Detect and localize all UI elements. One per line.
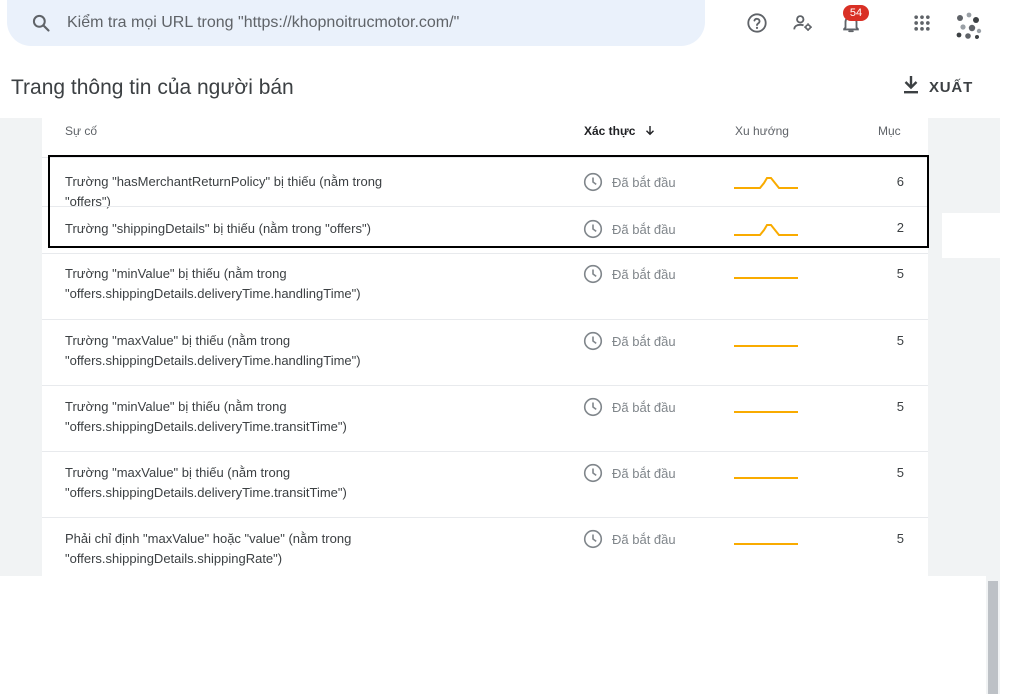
trend-sparkline (734, 477, 798, 479)
notification-count-badge: 54 (843, 5, 869, 21)
table-row[interactable]: Phải chỉ định "maxValue" hoặc "value" (n… (42, 517, 928, 577)
status-cell: Đã bắt đầu (583, 219, 676, 239)
item-count: 5 (896, 465, 904, 480)
search-bar[interactable]: Kiểm tra mọi URL trong "https://khopnoit… (7, 0, 705, 46)
status-text: Đã bắt đầu (612, 266, 676, 282)
scrollbar[interactable]: ▲ (986, 236, 1000, 694)
clock-icon (583, 397, 603, 417)
status-text: Đã bắt đầu (612, 531, 676, 547)
trend-sparkline (734, 345, 798, 347)
trend-sparkline (734, 224, 798, 236)
column-header-issue[interactable]: Sự cố (65, 124, 97, 138)
table-row[interactable]: Trường "shippingDetails" bị thiếu (nằm t… (42, 206, 928, 253)
item-count: 6 (896, 174, 904, 189)
clock-icon (583, 529, 603, 549)
status-text: Đã bắt đầu (612, 221, 676, 237)
status-text: Đã bắt đầu (612, 174, 676, 190)
help-icon[interactable] (744, 10, 770, 36)
status-text: Đã bắt đầu (612, 333, 676, 349)
column-header-items[interactable]: Mục (878, 124, 901, 138)
status-cell: Đã bắt đầu (583, 463, 676, 483)
item-count: 2 (896, 220, 904, 235)
issue-text: Trường "maxValue" bị thiếu (nằm trong "o… (65, 333, 361, 368)
table-row[interactable]: Trường "maxValue" bị thiếu (nằm trong "o… (42, 319, 928, 385)
side-panel-edge (942, 213, 1000, 258)
export-button[interactable]: XUẤT (902, 75, 973, 100)
apps-grid-icon[interactable] (909, 10, 935, 36)
issue-text: Trường "maxValue" bị thiếu (nằm trong "o… (65, 465, 347, 500)
account-avatar[interactable] (951, 8, 985, 42)
trend-sparkline (734, 177, 798, 189)
search-input[interactable]: Kiểm tra mọi URL trong "https://khopnoit… (67, 14, 459, 32)
item-count: 5 (896, 399, 904, 414)
status-cell: Đã bắt đầu (583, 331, 676, 351)
status-cell: Đã bắt đầu (583, 172, 676, 192)
status-text: Đã bắt đầu (612, 399, 676, 415)
issue-text: Phải chỉ định "maxValue" hoặc "value" (n… (65, 531, 352, 566)
page-title: Trang thông tin của người bán (11, 76, 294, 99)
issues-table: Sự cố Xác thực Xu hướng Mục Trường "hasM… (42, 118, 928, 576)
table-row[interactable]: Trường "minValue" bị thiếu (nằm trong "o… (42, 253, 928, 319)
right-margin (1000, 0, 1024, 576)
arrow-down-icon (645, 126, 654, 136)
table-row[interactable]: Trường "hasMerchantReturnPolicy" bị thiế… (42, 157, 928, 209)
table-row[interactable]: Trường "minValue" bị thiếu (nằm trong "o… (42, 385, 928, 451)
page-header: Trang thông tin của người bán XUẤT (0, 60, 1000, 118)
issue-text: Trường "minValue" bị thiếu (nằm trong "o… (65, 399, 347, 434)
column-header-trend[interactable]: Xu hướng (735, 124, 789, 138)
search-icon[interactable] (28, 10, 54, 36)
status-cell: Đã bắt đầu (583, 397, 676, 417)
status-text: Đã bắt đầu (612, 465, 676, 481)
trend-sparkline (734, 411, 798, 413)
trend-sparkline (734, 277, 798, 279)
item-count: 5 (896, 531, 904, 546)
clock-icon (583, 264, 603, 284)
column-header-validation[interactable]: Xác thực (584, 124, 655, 138)
export-label: XUẤT (929, 79, 974, 96)
issue-text: Trường "minValue" bị thiếu (nằm trong "o… (65, 266, 361, 301)
clock-icon (583, 331, 603, 351)
status-cell: Đã bắt đầu (583, 529, 676, 549)
table-row[interactable]: Trường "maxValue" bị thiếu (nằm trong "o… (42, 451, 928, 517)
top-bar: Kiểm tra mọi URL trong "https://khopnoit… (0, 0, 1000, 60)
item-count: 5 (896, 266, 904, 281)
trend-sparkline (734, 543, 798, 545)
content-area: Sự cố Xác thực Xu hướng Mục Trường "hasM… (0, 118, 1000, 694)
column-header-validation-label: Xác thực (584, 124, 636, 138)
scrollbar-thumb[interactable] (988, 581, 998, 694)
issue-text: Trường "shippingDetails" bị thiếu (nằm t… (65, 221, 371, 236)
download-icon (902, 75, 920, 100)
manage-users-icon[interactable] (790, 10, 816, 36)
clock-icon (583, 172, 603, 192)
item-count: 5 (896, 333, 904, 348)
status-cell: Đã bắt đầu (583, 264, 676, 284)
clock-icon (583, 463, 603, 483)
clock-icon (583, 219, 603, 239)
